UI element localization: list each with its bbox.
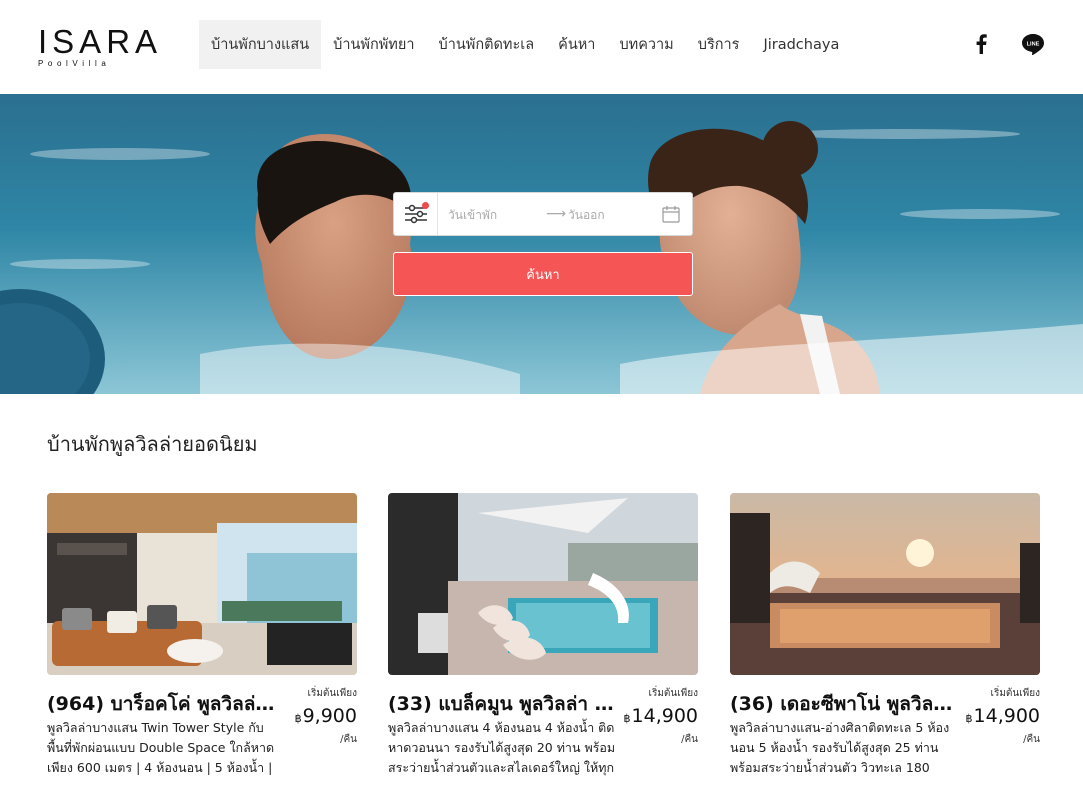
search-button[interactable]: ค้นหา [393,252,693,296]
villa-card[interactable]: (36) เดอะซีพาโน่ พูลวิลล่า บางแสน พูลวิล… [730,493,1040,793]
villa-photo[interactable] [388,493,698,675]
checkout-date-field[interactable]: วันออก [568,206,648,225]
logo-main-text: ISARA [38,23,163,60]
nav-item-user[interactable]: Jiradchaya [751,20,851,69]
villa-title[interactable]: (964) บาร็อคโค่ พูลวิลล่า บางแสน [47,689,279,719]
price-amount: 14,900 [631,705,698,727]
villa-card[interactable]: (964) บาร็อคโค่ พูลวิลล่า บางแสน พูลวิลล… [47,493,357,793]
date-range-arrow-icon: ⟶ [546,206,567,222]
logo-sub-text: PoolVilla [38,59,111,68]
currency-symbol: ฿ [623,712,631,725]
nav-item-articles[interactable]: บทความ [607,20,685,69]
price-amount: 9,900 [302,705,357,727]
villa-photo[interactable] [730,493,1040,675]
per-night-label: /คืน [681,734,698,745]
villa-title[interactable]: (33) แบล็คมูน พูลวิลล่า บางแสน [388,689,620,719]
isara-logo[interactable]: ISARA PoolVilla [38,23,163,68]
site-header: ISARA PoolVilla บ้านพักบางแสน บ้านพักพัท… [0,0,1083,94]
nav-item-beachfront[interactable]: บ้านพักติดทะเล [427,20,547,69]
nav-item-pattaya[interactable]: บ้านพักพัทยา [321,20,426,69]
line-icon[interactable]: LINE [1021,32,1045,56]
nav-item-services[interactable]: บริการ [686,20,752,69]
price-label: เริ่มต้นเพียง [648,688,698,699]
facebook-icon[interactable] [969,32,993,56]
per-night-label: /คืน [340,734,357,745]
villa-description: พูลวิลล่าบางแสน Twin Tower Style กับพื้น… [47,720,275,775]
villa-price: ฿14,900 [966,705,1040,727]
price-label: เริ่มต้นเพียง [307,688,357,699]
hero-photo [0,94,1083,394]
nav-item-search[interactable]: ค้นหา [546,20,607,69]
main-nav: บ้านพักบางแสน บ้านพักพัทยา บ้านพักติดทะเ… [199,20,851,69]
villa-photo[interactable] [47,493,357,675]
filter-button[interactable] [394,193,438,235]
filter-active-dot [422,202,429,209]
price-amount: 14,900 [973,705,1040,727]
villa-description: พูลวิลล่าบางแสน-อ่างศิลาติดทะเล 5 ห้องนอ… [730,720,950,775]
villa-price: ฿9,900 [295,705,357,727]
line-icon-text: LINE [1027,42,1040,48]
villa-description: พูลวิลล่าบางแสน 4 ห้องนอน 4 ห้องน้ำ ติดห… [388,720,616,775]
section-title: บ้านพักพูลวิลล่ายอดนิยม [47,432,258,456]
currency-symbol: ฿ [294,712,302,725]
nav-item-bangsaen[interactable]: บ้านพักบางแสน [199,20,322,69]
checkin-date-field[interactable]: วันเข้าพัก [448,206,538,225]
price-label: เริ่มต้นเพียง [990,688,1040,699]
per-night-label: /คืน [1023,734,1040,745]
villa-card[interactable]: (33) แบล็คมูน พูลวิลล่า บางแสน พูลวิลล่า… [388,493,698,793]
currency-symbol: ฿ [965,712,973,725]
calendar-icon[interactable] [662,205,680,223]
villa-title[interactable]: (36) เดอะซีพาโน่ พูลวิลล่า บางแสน [730,689,962,719]
hero-banner: วันเข้าพัก ⟶ วันออก ค้นหา [0,94,1083,394]
villa-price: ฿14,900 [624,705,698,727]
date-search-box: วันเข้าพัก ⟶ วันออก [393,192,693,236]
